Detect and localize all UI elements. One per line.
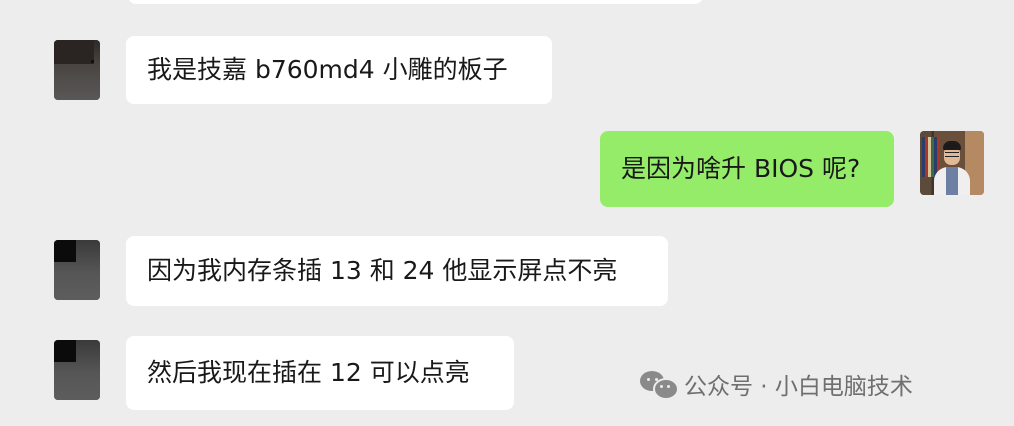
message-text: 因为我内存条插 13 和 24 他显示屏点不亮 bbox=[147, 256, 618, 285]
avatar-block bbox=[54, 340, 76, 362]
avatar-hair bbox=[943, 141, 961, 150]
message-bubble-partial bbox=[128, 0, 703, 4]
avatar-glasses bbox=[945, 152, 959, 157]
outgoing-message-bubble[interactable]: 是因为啥升 BIOS 呢? bbox=[600, 131, 894, 207]
wechat-icon bbox=[640, 369, 679, 400]
friend-avatar[interactable] bbox=[54, 340, 100, 400]
incoming-message-bubble[interactable]: 然后我现在插在 12 可以点亮 bbox=[126, 336, 514, 410]
avatar-block bbox=[54, 40, 94, 64]
friend-avatar[interactable] bbox=[54, 240, 100, 300]
avatar-dot bbox=[91, 60, 94, 63]
friend-avatar[interactable] bbox=[54, 40, 100, 100]
chat-window: 我是技嘉 b760md4 小雕的板子 是因为啥升 BIOS 呢? 因为我内存条插… bbox=[0, 0, 1014, 426]
message-text: 然后我现在插在 12 可以点亮 bbox=[147, 358, 470, 387]
incoming-message-bubble[interactable]: 我是技嘉 b760md4 小雕的板子 bbox=[126, 36, 552, 104]
avatar-shirt bbox=[946, 167, 958, 195]
watermark-text: 公众号 · 小白电脑技术 bbox=[684, 374, 913, 400]
incoming-message-bubble[interactable]: 因为我内存条插 13 和 24 他显示屏点不亮 bbox=[126, 236, 668, 306]
my-avatar[interactable] bbox=[920, 131, 984, 195]
message-text: 我是技嘉 b760md4 小雕的板子 bbox=[147, 55, 508, 84]
message-text: 是因为啥升 BIOS 呢? bbox=[621, 154, 861, 183]
watermark: 公众号 · 小白电脑技术 bbox=[640, 364, 913, 404]
avatar-block bbox=[54, 240, 76, 262]
